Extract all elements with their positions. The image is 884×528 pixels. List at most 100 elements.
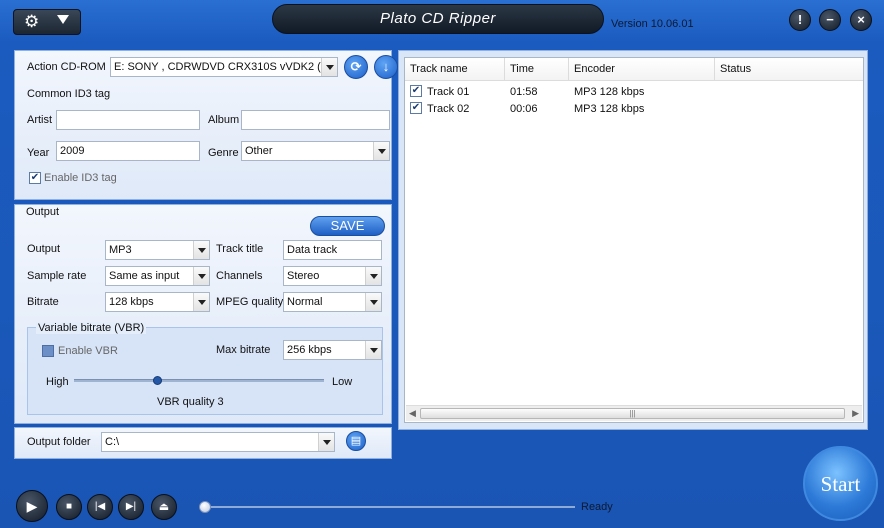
minimize-button[interactable]: − [819,9,841,31]
eject-disc-button[interactable]: ⏏ [151,494,177,520]
mpeg-quality-select[interactable]: Normal [283,292,382,312]
refresh-button[interactable]: ⟳ [344,55,368,79]
exclamation-icon: ! [797,12,803,27]
play-icon: ▶ [26,498,38,514]
output-format-value: MP3 [109,244,132,256]
max-bitrate-select[interactable]: 256 kbps [283,340,382,360]
stop-icon: ■ [65,501,73,512]
column-time[interactable]: Time [505,58,569,81]
track-checkbox[interactable]: ✔ [410,85,422,97]
next-button[interactable]: ▶| [118,494,144,520]
channels-select[interactable]: Stereo [283,266,382,286]
slider-high-label: High [46,376,69,388]
track-title-label: Track title [216,243,264,255]
output-format-label: Output [27,243,61,255]
max-bitrate-label: Max bitrate [216,344,271,356]
channels-label: Channels [216,270,263,282]
track-name-cell: Track 02 [427,103,470,115]
menu-button[interactable]: ⚙ [13,9,81,35]
id3-section-label: Common ID3 tag [27,88,111,100]
app-title: Plato CD Ripper [272,4,604,34]
sample-rate-select[interactable]: Same as input [105,266,210,286]
album-label: Album [208,114,240,126]
progress-track[interactable] [200,506,575,508]
chevron-down-icon [193,241,209,259]
column-status[interactable]: Status [715,58,863,81]
vbr-quality-slider[interactable] [74,379,324,382]
version-label: Version 10.06.01 [611,18,694,30]
enable-vbr-label: Enable VBR [58,345,118,357]
year-label: Year [27,147,50,159]
gear-icon: ⚙ [24,12,40,31]
eject-button[interactable]: ↓ [374,55,398,79]
column-encoder[interactable]: Encoder [569,58,715,81]
slider-low-label: Low [332,376,353,388]
sample-rate-label: Sample rate [27,270,87,282]
output-section-label: Output [26,206,60,218]
output-folder-select[interactable]: C:\ [101,432,335,452]
track-name-cell: Track 01 [427,86,470,98]
action-cdrom-label: Action CD-ROM [27,61,106,73]
mpeg-quality-value: Normal [287,296,323,308]
stop-button[interactable]: ■ [56,494,82,520]
save-button[interactable]: SAVE [310,216,385,236]
genre-label: Genre [208,147,239,159]
enable-id3-label: Enable ID3 tag [44,172,117,184]
track-checkbox[interactable]: ✔ [410,102,422,114]
artist-input[interactable] [56,110,200,130]
horizontal-scrollbar[interactable]: ◀ ||| ▶ [406,405,862,421]
bitrate-value: 128 kbps [109,296,154,308]
play-button[interactable]: ▶ [16,490,48,522]
genre-select[interactable]: Other [241,141,390,161]
browse-folder-button[interactable]: ▤ [346,431,366,451]
progress-knob[interactable] [199,501,211,513]
output-format-select[interactable]: MP3 [105,240,210,260]
cdrom-select[interactable]: E: SONY , CDRWDVD CRX310S vVDK2 (1 [110,57,338,77]
chevron-down-icon [193,293,209,311]
scrollbar-thumb[interactable]: ||| [420,408,845,419]
next-icon: ▶| [125,501,137,512]
vbr-quality-slider-thumb[interactable] [153,376,162,385]
download-arrow-icon: ↓ [382,59,390,74]
chevron-down-icon [318,433,334,451]
column-track-name[interactable]: Track name [405,58,505,81]
enable-vbr-checkbox[interactable] [42,345,54,357]
start-button[interactable]: Start [803,446,878,521]
info-button[interactable]: ! [789,9,811,31]
track-time-cell: 01:58 [510,86,538,98]
sample-rate-value: Same as input [109,270,180,282]
max-bitrate-value: 256 kbps [287,344,332,356]
close-icon: × [857,12,865,27]
year-input[interactable]: 2009 [56,141,200,161]
enable-id3-checkbox[interactable]: ✔ [29,172,41,184]
folder-icon: ▤ [350,435,362,447]
album-input[interactable] [241,110,390,130]
minus-icon: − [826,12,834,27]
close-button[interactable]: × [850,9,872,31]
track-encoder-cell: MP3 128 kbps [574,86,645,98]
track-encoder-cell: MP3 128 kbps [574,103,645,115]
previous-icon: |◀ [94,501,106,512]
tracklist-panel: Track name Time Encoder Status ✔ Track 0… [398,50,868,430]
refresh-icon: ⟳ [350,59,362,74]
previous-button[interactable]: |◀ [87,494,113,520]
chevron-down-icon [373,142,389,160]
output-folder-value: C:\ [105,436,120,448]
bitrate-label: Bitrate [27,296,59,308]
track-time-cell: 00:06 [510,103,538,115]
scroll-right-icon[interactable]: ▶ [852,408,859,419]
chevron-down-icon [321,58,337,76]
vbr-section-label: Variable bitrate (VBR) [36,322,147,334]
mpeg-quality-label: MPEG quality [216,296,284,308]
bitrate-select[interactable]: 128 kbps [105,292,210,312]
track-title-input[interactable]: Data track [283,240,382,260]
scroll-left-icon[interactable]: ◀ [409,408,416,419]
chevron-down-icon [193,267,209,285]
status-text: Ready [581,501,613,513]
track-table: Track name Time Encoder Status ✔ Track 0… [404,57,864,423]
output-folder-label: Output folder [27,436,91,448]
genre-select-value: Other [245,145,273,157]
eject-icon: ⏏ [158,501,170,513]
chevron-down-icon [365,267,381,285]
artist-label: Artist [27,114,53,126]
